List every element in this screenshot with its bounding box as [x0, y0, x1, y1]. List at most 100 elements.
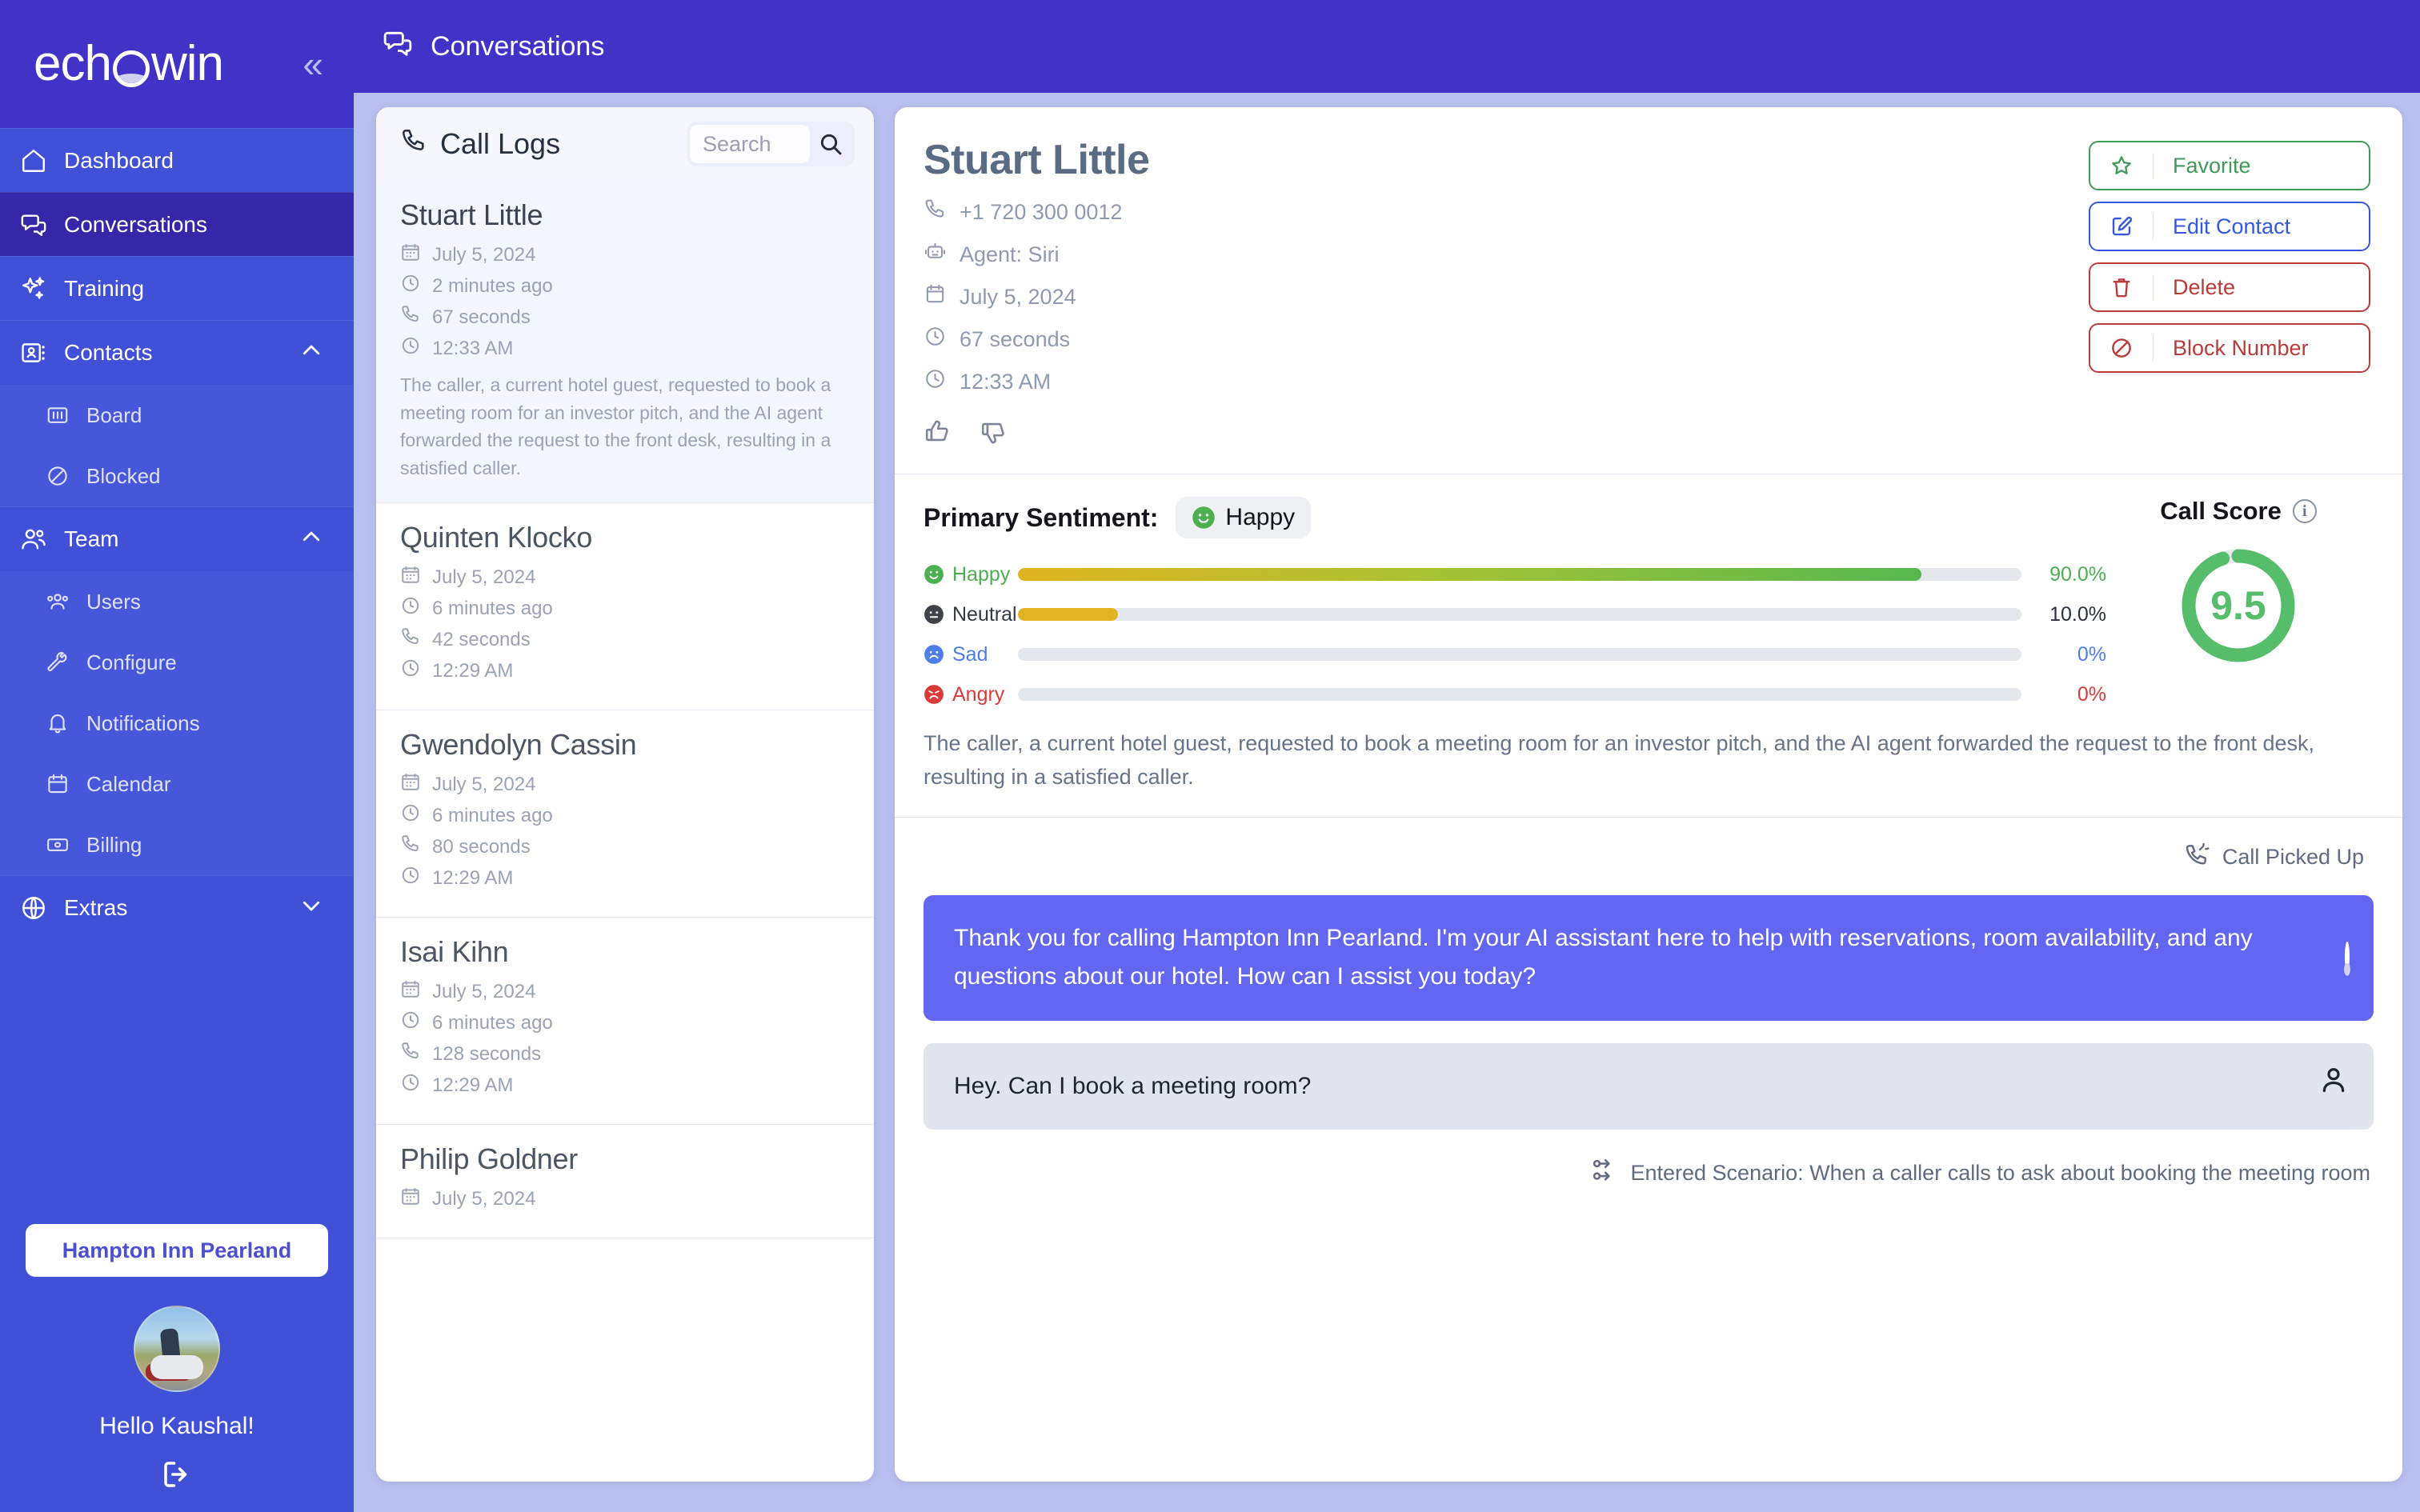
block-number-button[interactable]: Block Number [2089, 323, 2370, 373]
sidebar-item-billing[interactable]: Billing [0, 814, 354, 875]
content-row: Call Logs Stuart Little [354, 93, 2420, 1512]
sidebar-item-users[interactable]: Users [0, 571, 354, 632]
sentiment-track [1018, 688, 2021, 701]
favorite-button[interactable]: Favorite [2089, 141, 2370, 190]
detail-header-info: Stuart Little +1 720 300 0012 Agent: Sir… [924, 136, 2089, 450]
call-log-item[interactable]: Stuart Little July 5, 2024 2 minutes ago… [376, 181, 874, 503]
users-icon [45, 589, 70, 614]
sidebar-item-configure[interactable]: Configure [0, 632, 354, 693]
sentiment-row: Sad 0% [924, 634, 2106, 674]
search-icon[interactable] [818, 131, 843, 157]
clock-icon [924, 367, 947, 396]
call-score-title-text: Call Score [2160, 497, 2282, 525]
call-log-duration: 67 seconds [400, 304, 850, 330]
call-logs-panel: Call Logs Stuart Little [376, 107, 874, 1482]
search-input[interactable] [690, 125, 810, 163]
sidebar-subitem-label: Notifications [86, 710, 200, 735]
info-icon[interactable]: i [2292, 499, 2317, 523]
chevron-down-icon[interactable] [299, 894, 323, 923]
logout-icon[interactable] [0, 1458, 354, 1512]
call-log-item[interactable]: Philip Goldner July 5, 2024 [376, 1125, 874, 1238]
sidebar-subitem-label: Users [86, 589, 141, 614]
sidebar-item-calendar[interactable]: Calendar [0, 754, 354, 814]
call-score-title: Call Score i [2160, 497, 2317, 526]
sidebar-item-label: Training [64, 275, 145, 301]
brand-logo[interactable]: ech win [34, 39, 302, 89]
call-log-duration: 42 seconds [400, 626, 850, 653]
avatar[interactable] [134, 1306, 220, 1392]
call-log-item[interactable]: Quinten Klocko July 5, 2024 6 minutes ag… [376, 503, 874, 710]
sidebar-item-blocked[interactable]: Blocked [0, 446, 354, 506]
call-logs-title-label: Call Logs [440, 127, 561, 160]
primary-sentiment-label: Primary Sentiment: [924, 502, 1159, 532]
contact-phone-text: +1 720 300 0012 [960, 199, 1123, 224]
sidebar-group-header-team[interactable]: Team [0, 507, 354, 571]
sentiment-percent: 10.0% [2049, 602, 2106, 626]
sentiment-fill [1018, 568, 1921, 581]
block-icon [2090, 336, 2153, 360]
delete-button[interactable]: Delete [2089, 262, 2370, 312]
org-selector[interactable]: Hampton Inn Pearland [26, 1224, 328, 1277]
timer-icon [924, 325, 947, 354]
calendar-icon [400, 1186, 421, 1212]
chevron-up-icon[interactable] [299, 525, 323, 554]
thumbs-up-icon[interactable] [924, 418, 951, 450]
assistant-message-text: Thank you for calling Hampton Inn Pearla… [954, 924, 2253, 990]
calendar-icon [400, 978, 421, 1005]
sentiment-percent: 0% [2077, 642, 2106, 666]
sentiment-label-text: Neutral [952, 602, 1017, 626]
call-log-name: Gwendolyn Cassin [400, 728, 637, 761]
call-log-name: Isai Kihn [400, 935, 509, 968]
call-score-value: 9.5 [2210, 583, 2266, 628]
calendar-icon [400, 242, 421, 268]
calendar-icon [400, 564, 421, 590]
happy-face-icon [1192, 506, 1216, 530]
call-log-relative-text: 6 minutes ago [432, 597, 553, 619]
call-log-summary: The caller, a current hotel guest, reque… [400, 374, 831, 478]
chevron-up-icon[interactable] [299, 338, 323, 368]
sidebar-item-label: Conversations [64, 211, 207, 237]
edit-contact-button[interactable]: Edit Contact [2089, 202, 2370, 251]
call-log-relative: 6 minutes ago [400, 802, 850, 829]
sentiment-row-label: Neutral [924, 603, 1017, 626]
contact-agent-text: Agent: Siri [960, 242, 1060, 266]
sidebar-item-dashboard[interactable]: Dashboard [0, 128, 354, 192]
sidebar-group-header-extras[interactable]: Extras [0, 876, 354, 940]
scenario-text: Entered Scenario: When a caller calls to… [1630, 1161, 2370, 1186]
sentiment-label-text: Sad [952, 642, 988, 666]
echowin-logo-icon [112, 50, 150, 87]
call-log-duration-text: 80 seconds [432, 835, 531, 858]
contact-name: Stuart Little [924, 137, 1150, 183]
sentiment-section: Primary Sentiment: Happy Happy 90.0% Neu… [895, 474, 2402, 721]
sidebar-group-label: Contacts [64, 340, 153, 365]
call-log-time: 12:33 AM [400, 335, 850, 362]
sidebar-item-notifications[interactable]: Notifications [0, 693, 354, 754]
sidebar-item-training[interactable]: Training [0, 256, 354, 320]
conversations-icon [19, 210, 48, 239]
call-log-relative: 6 minutes ago [400, 1010, 850, 1036]
brand-name: ech win [34, 36, 224, 91]
sidebar-item-conversations[interactable]: Conversations [0, 192, 354, 256]
thumbs-down-icon[interactable] [980, 418, 1007, 450]
sidebar-item-board[interactable]: Board [0, 385, 354, 446]
scenario-icon [1590, 1157, 1617, 1190]
happy-face-icon [924, 564, 944, 585]
primary-sentiment-row: Primary Sentiment: Happy [924, 497, 2106, 538]
sentiment-bars: Happy 90.0% Neutral 10.0% Sad 0% Angry 0… [924, 554, 2106, 714]
call-log-time: 12:29 AM [400, 658, 850, 684]
home-icon [19, 146, 48, 175]
call-log-item[interactable]: Gwendolyn Cassin July 5, 2024 6 minutes … [376, 710, 874, 918]
sidebar-group-header-contacts[interactable]: Contacts [0, 321, 354, 385]
conversation-detail-panel: Stuart Little +1 720 300 0012 Agent: Sir… [895, 107, 2402, 1482]
call-log-duration: 128 seconds [400, 1041, 850, 1067]
edit-contact-label: Edit Contact [2173, 214, 2291, 238]
sentiment-fill [1018, 608, 1119, 621]
chevrons-left-icon[interactable]: « [302, 46, 323, 82]
call-log-relative: 6 minutes ago [400, 595, 850, 622]
sentiment-row: Angry 0% [924, 674, 2106, 714]
calendar-icon [45, 771, 70, 797]
contact-date-text: July 5, 2024 [960, 284, 1076, 309]
sidebar-group-label: Extras [64, 895, 128, 920]
call-log-item[interactable]: Isai Kihn July 5, 2024 6 minutes ago 128… [376, 918, 874, 1125]
